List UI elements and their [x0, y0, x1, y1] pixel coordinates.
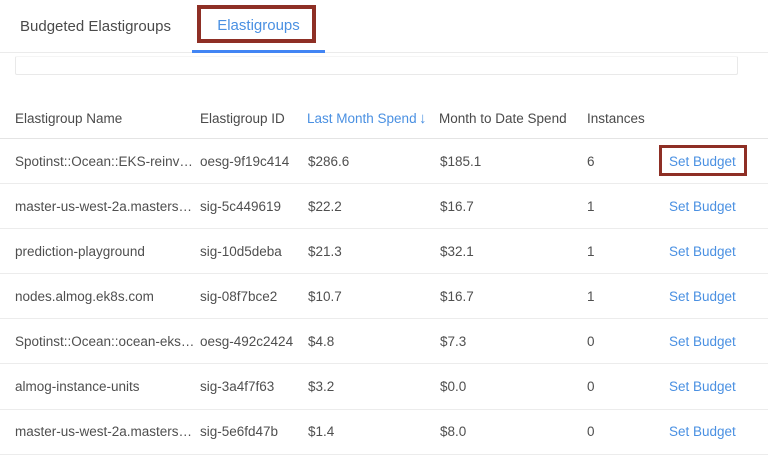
cell-elastigroup-id: oesg-492c2424	[200, 319, 293, 363]
cell-last-month-spend: $22.2	[308, 184, 342, 228]
cell-instances: 1	[587, 229, 595, 273]
cell-elastigroup-id: sig-5c449619	[200, 184, 281, 228]
cell-elastigroup-name: Spotinst::Ocean::EKS-reinv…	[15, 139, 193, 183]
cell-month-to-date-spend: $16.7	[440, 274, 474, 318]
cell-month-to-date-spend: $8.0	[440, 410, 466, 454]
cell-elastigroup-name: prediction-playground	[15, 229, 145, 273]
cell-instances: 0	[587, 319, 595, 363]
table-row: prediction-playground sig-10d5deba $21.3…	[0, 229, 768, 274]
cell-elastigroup-id: sig-08f7bce2	[200, 274, 277, 318]
budget-page: Budgeted Elastigroups Elastigroups Elast…	[0, 0, 768, 457]
cell-last-month-spend: $21.3	[308, 229, 342, 273]
sort-desc-arrow-icon: ↓	[419, 98, 427, 138]
set-budget-link[interactable]: Set Budget	[669, 379, 736, 394]
tab-elastigroups[interactable]: Elastigroups	[192, 0, 325, 53]
cell-month-to-date-spend: $0.0	[440, 364, 466, 408]
cell-elastigroup-name: nodes.almog.ek8s.com	[15, 274, 154, 318]
cell-elastigroup-name: Spotinst::Ocean::ocean-eks…	[15, 319, 194, 363]
cell-last-month-spend: $4.8	[308, 319, 334, 363]
set-budget-link[interactable]: Set Budget	[669, 154, 736, 169]
set-budget-link[interactable]: Set Budget	[669, 244, 736, 259]
cell-elastigroup-id: sig-10d5deba	[200, 229, 282, 273]
cell-month-to-date-spend: $32.1	[440, 229, 474, 273]
column-header-elastigroup-name[interactable]: Elastigroup Name	[15, 98, 122, 138]
table-header-row: Elastigroup Name Elastigroup ID Last Mon…	[0, 98, 768, 139]
cell-instances: 0	[587, 364, 595, 408]
cell-month-to-date-spend: $16.7	[440, 184, 474, 228]
set-budget-link[interactable]: Set Budget	[669, 334, 736, 349]
cell-instances: 1	[587, 274, 595, 318]
cell-elastigroup-id: oesg-9f19c414	[200, 139, 289, 183]
cell-month-to-date-spend: $185.1	[440, 139, 481, 183]
table-row: almog-instance-units sig-3a4f7f63 $3.2 $…	[0, 364, 768, 409]
cell-instances: 6	[587, 139, 595, 183]
column-header-instances[interactable]: Instances	[587, 98, 645, 138]
column-header-last-month-spend[interactable]: Last Month Spend	[307, 98, 417, 138]
table-row: nodes.almog.ek8s.com sig-08f7bce2 $10.7 …	[0, 274, 768, 319]
cell-elastigroup-id: sig-3a4f7f63	[200, 364, 274, 408]
table-row: master-us-west-2a.masters… sig-5e6fd47b …	[0, 410, 768, 455]
cell-elastigroup-name: master-us-west-2a.masters…	[15, 184, 192, 228]
table-row: master-us-west-2a.masters… sig-5c449619 …	[0, 184, 768, 229]
set-budget-link[interactable]: Set Budget	[669, 289, 736, 304]
tabs-bar: Budgeted Elastigroups Elastigroups	[0, 0, 768, 53]
cell-last-month-spend: $3.2	[308, 364, 334, 408]
column-header-elastigroup-id[interactable]: Elastigroup ID	[200, 98, 285, 138]
cell-elastigroup-name: almog-instance-units	[15, 364, 140, 408]
filter-input[interactable]	[15, 56, 738, 75]
cell-instances: 1	[587, 184, 595, 228]
cell-month-to-date-spend: $7.3	[440, 319, 466, 363]
set-budget-link[interactable]: Set Budget	[669, 424, 736, 439]
elastigroups-table: Elastigroup Name Elastigroup ID Last Mon…	[0, 98, 768, 455]
cell-last-month-spend: $10.7	[308, 274, 342, 318]
cell-elastigroup-id: sig-5e6fd47b	[200, 410, 278, 454]
table-row: Spotinst::Ocean::ocean-eks… oesg-492c242…	[0, 319, 768, 364]
cell-elastigroup-name: master-us-west-2a.masters…	[15, 410, 192, 454]
cell-last-month-spend: $286.6	[308, 139, 349, 183]
set-budget-link[interactable]: Set Budget	[669, 199, 736, 214]
column-header-month-to-date-spend[interactable]: Month to Date Spend	[439, 98, 567, 138]
table-row: Spotinst::Ocean::EKS-reinv… oesg-9f19c41…	[0, 139, 768, 184]
tab-budgeted-elastigroups[interactable]: Budgeted Elastigroups	[20, 0, 171, 53]
cell-instances: 0	[587, 410, 595, 454]
cell-last-month-spend: $1.4	[308, 410, 334, 454]
